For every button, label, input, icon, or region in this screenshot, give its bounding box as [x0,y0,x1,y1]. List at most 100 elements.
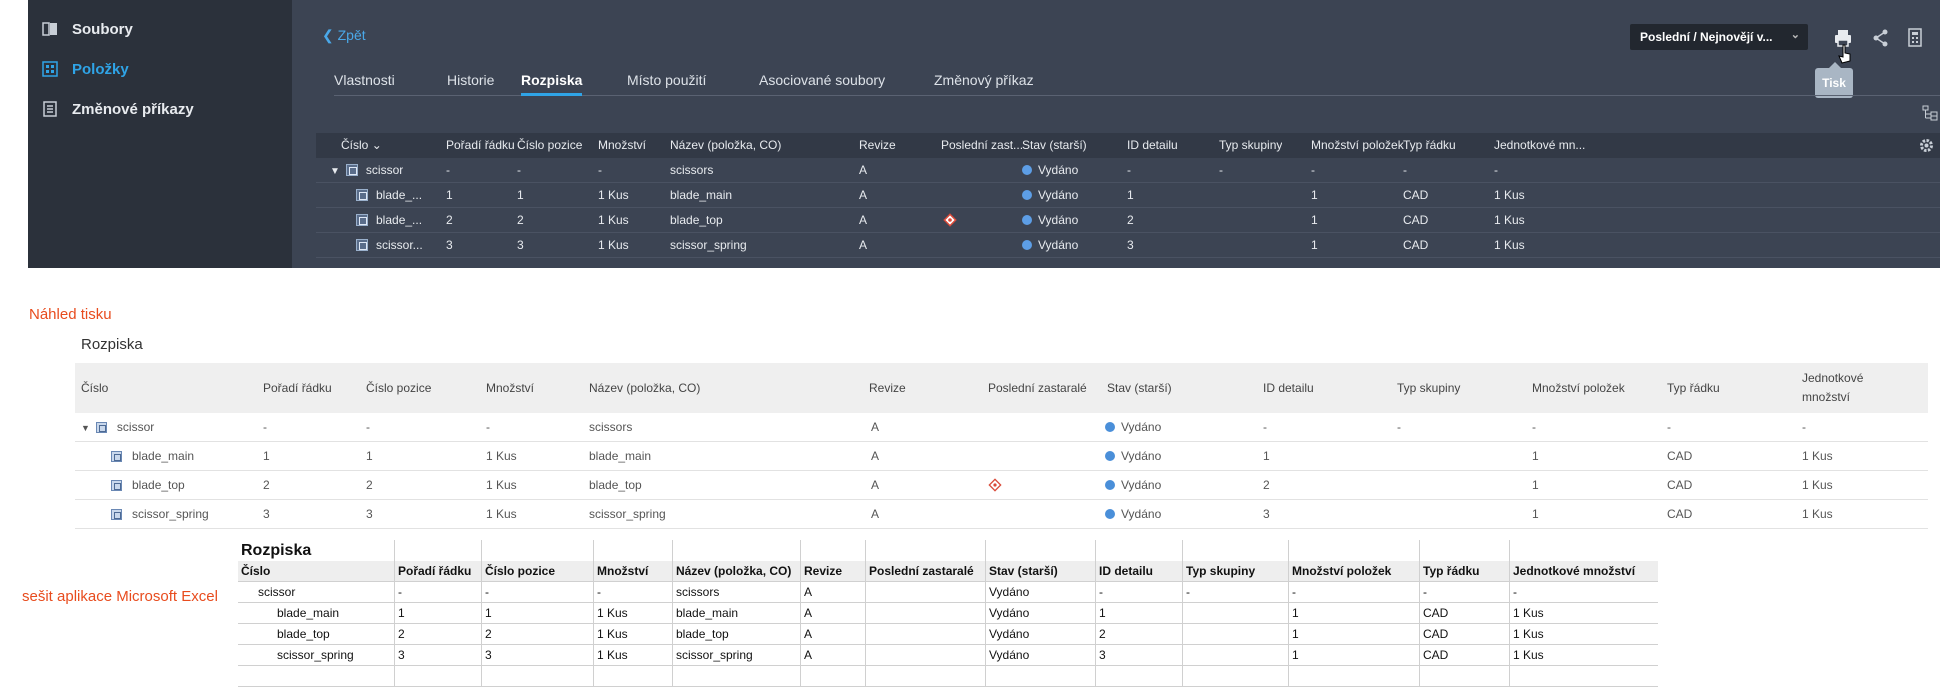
calculator-button[interactable] [1904,27,1926,49]
cell: - [1182,582,1288,603]
column-header: Množství položek [1288,561,1419,582]
cell: 1 Kus [1509,645,1658,666]
column-header[interactable]: Poslední zast... [941,133,1023,158]
back-button[interactable]: ❮ Zpět [322,27,366,44]
cell: ▼ scissor [81,413,154,442]
cell: A [800,645,865,666]
cell: scissors [589,420,633,434]
tree-view-button[interactable] [1922,104,1940,122]
cell [672,666,800,687]
cell: 2 [1263,478,1270,492]
tab-properties[interactable]: Vlastnosti [334,72,395,96]
cell: A [800,624,865,645]
column-header[interactable]: Typ řádku [1403,133,1456,158]
list-item: ▼ scissor - - - scissors A Vydáno - - - -… [75,413,1928,442]
cell-text: blade_... [376,213,423,227]
cell [865,666,985,687]
sidebar-item-files[interactable]: Soubory [42,15,133,43]
status-dot-icon [1022,165,1032,175]
tab-where-used[interactable]: Místo použití [627,72,706,96]
cell: 1 [1095,603,1182,624]
status-cell: Vydáno [1105,413,1161,442]
cell [1182,645,1288,666]
list-item: blade_top 2 2 1 Kus blade_top A Vydáno 2… [75,471,1928,500]
cell: - [481,582,593,603]
column-header[interactable]: Množství [598,133,646,158]
cell: - [1403,163,1407,177]
cell: A [800,582,865,603]
cell-text: Vydáno [1038,238,1079,252]
cell: - [1288,582,1419,603]
cell: Vydáno [985,603,1095,624]
column-header: Jednotkové množství [1509,561,1658,582]
table-row[interactable]: ▼ scissor - - - scissors A Vydáno - - - -… [316,158,1940,183]
cell: 3 [1095,645,1182,666]
share-button[interactable] [1870,27,1892,49]
cell: - [593,582,672,603]
tab-change-order[interactable]: Změnový příkaz [934,72,1034,96]
cell: - [1263,420,1267,434]
cell: CAD [1403,213,1429,227]
cell [593,540,672,561]
cell: 3 [366,507,373,521]
column-header: Poslední zastaralé [865,561,985,582]
column-header[interactable]: Revize [859,133,896,158]
column-header[interactable]: Název (položka, CO) [670,133,781,158]
calculator-icon [1908,28,1922,47]
cell-text: blade_... [376,188,423,202]
status-dot-icon [1105,509,1115,519]
column-header: Číslo pozice [366,381,432,395]
sidebar-item-items[interactable]: Položky [42,55,129,83]
cell [394,666,481,687]
cell: - [1397,420,1401,434]
column-header[interactable]: Pořadí řádku [446,133,515,158]
cell: 1 Kus [593,603,672,624]
table-row[interactable]: blade_... 2 2 1 Kus blade_top A Vydáno 2… [316,208,1940,233]
column-header: Množství [593,561,672,582]
table-row[interactable]: scissor... 3 3 1 Kus scissor_spring A Vy… [316,233,1940,258]
expand-caret-icon[interactable]: ▼ [330,166,340,177]
column-header[interactable]: Množství položek [1311,133,1404,158]
status-cell: Vydáno [1022,158,1078,183]
cell [593,666,672,687]
cell: A [871,449,880,463]
tab-associated-files[interactable]: Asociované soubory [759,72,885,96]
cell [1288,666,1419,687]
column-header: Číslo pozice [481,561,593,582]
column-header[interactable]: Stav (starší) [1022,133,1087,158]
cell: 1 Kus [598,238,629,252]
cell: A [800,603,865,624]
column-header[interactable]: Jednotkové mn... [1494,133,1585,158]
column-header[interactable]: Číslo ⌄ [341,133,382,158]
column-header: Typ řádku [1667,381,1720,395]
excel-header-row: Číslo Pořadí řádku Číslo pozice Množství… [238,561,1658,582]
assembly-icon [345,164,358,176]
cell: CAD [1667,478,1693,492]
gear-icon[interactable] [1919,138,1934,153]
column-header[interactable]: Číslo pozice [517,133,582,158]
cell: 1 [1127,188,1134,202]
cell: 1 Kus [1494,238,1525,252]
cell: CAD [1667,507,1693,521]
version-select[interactable]: Poslední / Nejnovějí v... ⌄ [1630,24,1808,50]
cell: - [1802,420,1806,434]
tab-history[interactable]: Historie [447,72,494,96]
cell-text: blade_top [132,478,185,492]
cell: 1 [1532,478,1539,492]
cell: CAD [1667,449,1693,463]
cell [238,666,394,687]
cell-text: Vydáno [1121,420,1162,434]
table-row[interactable]: blade_... 1 1 1 Kus blade_main A Vydáno … [316,183,1940,208]
tab-bom[interactable]: Rozpiska [521,72,583,96]
cell: 1 [446,188,453,202]
column-header[interactable]: ID detailu [1127,133,1178,158]
part-icon [356,189,368,201]
cell: 1 [1532,507,1539,521]
column-header: Pořadí řádku [394,561,481,582]
sidebar-item-change-orders[interactable]: Změnové příkazy [42,95,194,123]
column-header[interactable]: Typ skupiny [1219,133,1282,158]
cell: 3 [1263,507,1270,521]
column-header: Stav (starší) [1107,381,1172,395]
cell: scissor_spring [277,648,354,662]
cell: - [366,420,370,434]
